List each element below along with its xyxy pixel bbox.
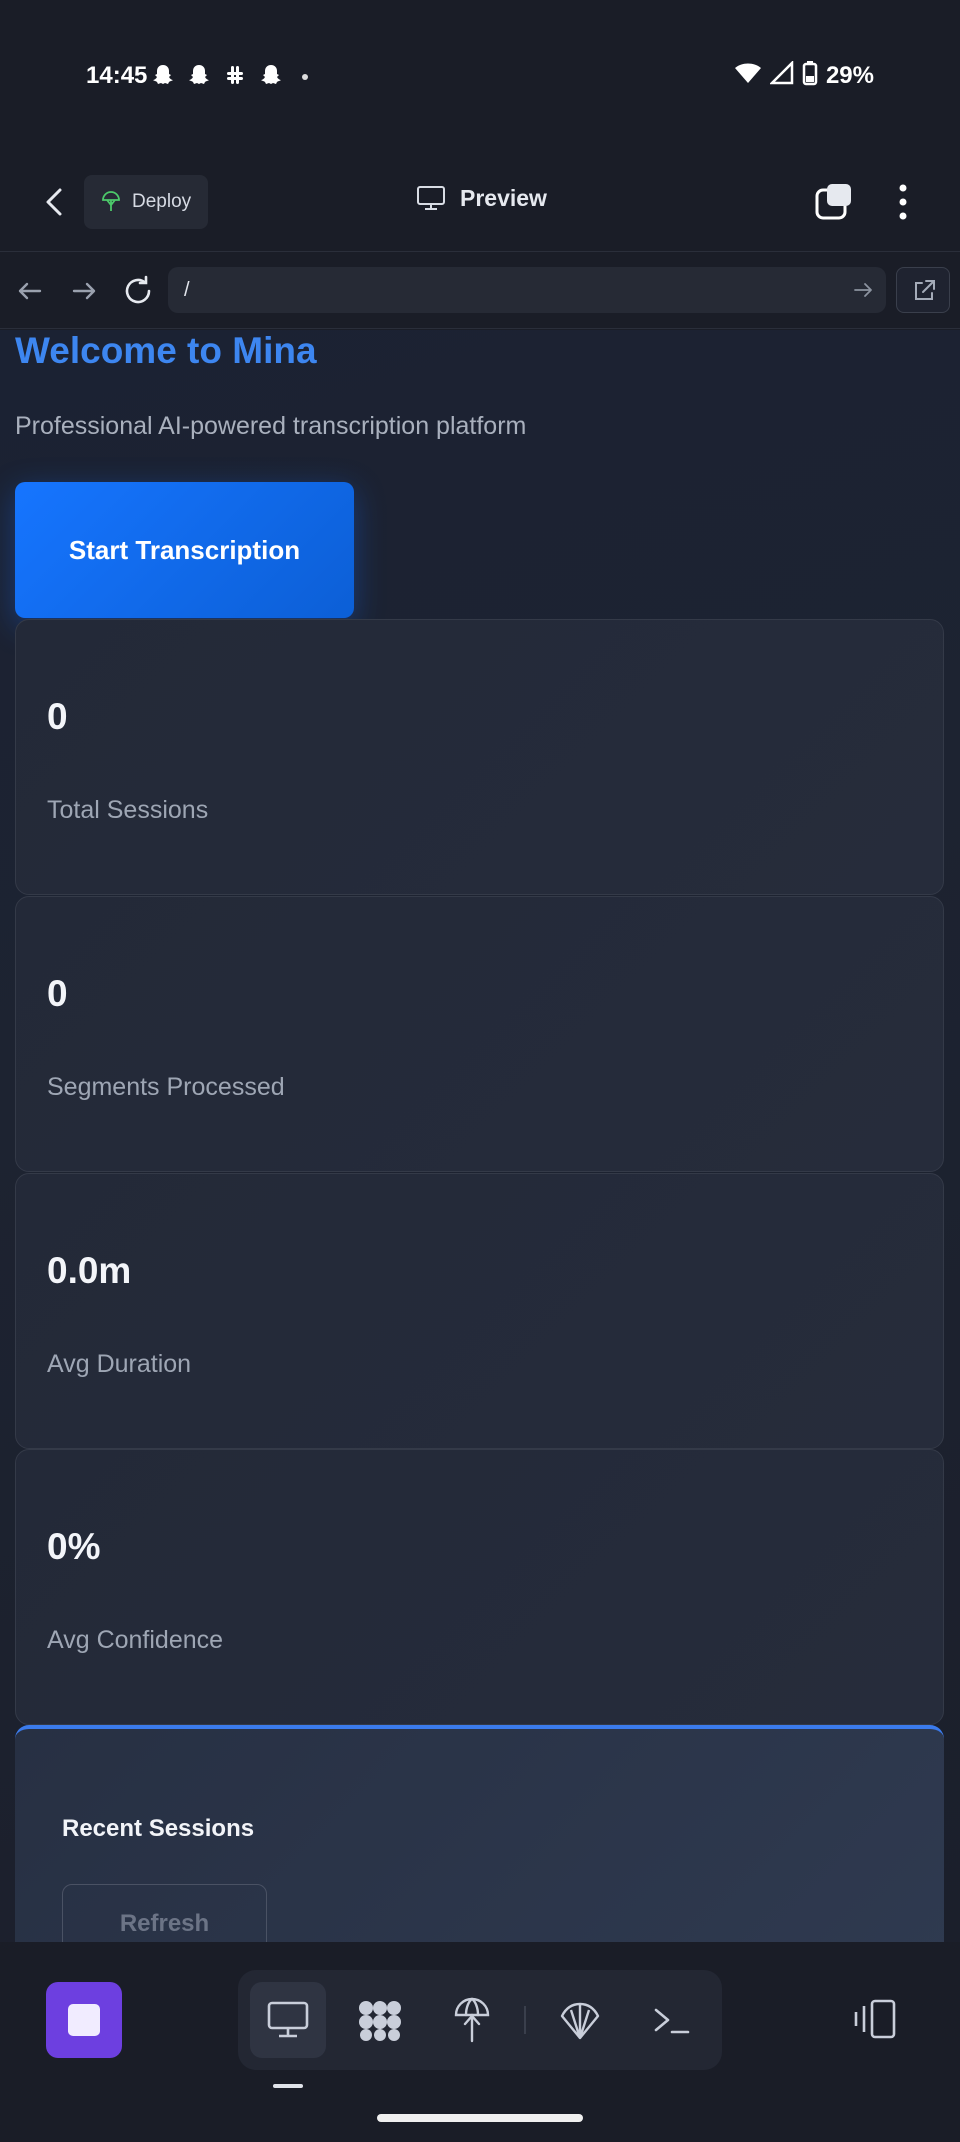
stop-icon bbox=[68, 2004, 100, 2036]
tool-shell[interactable] bbox=[542, 1982, 618, 2058]
preview-title: Preview bbox=[416, 184, 547, 212]
stat-label: Total Sessions bbox=[47, 796, 209, 824]
snapchat-icon bbox=[258, 62, 284, 88]
go-arrow-icon[interactable] bbox=[852, 279, 874, 301]
stat-card-avg-duration: 0.0m Avg Duration bbox=[15, 1173, 944, 1449]
tool-switcher bbox=[238, 1970, 722, 2070]
open-external-button[interactable] bbox=[896, 267, 950, 313]
stop-button[interactable] bbox=[46, 1982, 122, 2058]
agents-icon bbox=[359, 2001, 401, 2041]
start-transcription-button[interactable]: Start Transcription bbox=[15, 482, 354, 618]
more-vertical-icon bbox=[899, 184, 907, 220]
external-link-icon bbox=[915, 280, 935, 300]
stat-label: Avg Confidence bbox=[47, 1626, 224, 1654]
battery-icon bbox=[802, 60, 818, 91]
back-button[interactable] bbox=[36, 182, 76, 222]
browser-forward-button[interactable] bbox=[66, 273, 102, 309]
deploy-label: Deploy bbox=[132, 191, 192, 212]
stat-card-avg-confidence: 0% Avg Confidence bbox=[15, 1449, 944, 1725]
deploy-button[interactable]: Deploy bbox=[84, 175, 208, 229]
monitor-icon bbox=[267, 2001, 309, 2038]
tabs-button[interactable] bbox=[814, 182, 854, 222]
home-indicator[interactable] bbox=[377, 2114, 583, 2122]
stat-value: 0 bbox=[47, 973, 68, 1014]
tool-separator bbox=[524, 2006, 526, 2034]
stat-value: 0 bbox=[47, 696, 68, 737]
status-bar: 14:45 29% bbox=[0, 0, 960, 152]
url-bar[interactable]: / bbox=[168, 267, 886, 313]
tool-agents[interactable] bbox=[342, 1982, 418, 2058]
shell-icon bbox=[560, 2002, 600, 2040]
status-time: 14:45 bbox=[86, 62, 148, 89]
deploy-icon bbox=[102, 191, 120, 211]
layout-toggle-button[interactable] bbox=[852, 1998, 898, 2040]
deploy-icon bbox=[454, 1997, 490, 2043]
preview-label: Preview bbox=[460, 184, 547, 211]
monitor-icon bbox=[417, 186, 445, 210]
more-notifications-dot bbox=[302, 74, 308, 80]
stat-label: Segments Processed bbox=[47, 1073, 285, 1101]
browser-toolbar: / bbox=[0, 253, 960, 329]
snapchat-icon bbox=[150, 62, 176, 88]
arrow-left-icon bbox=[18, 282, 42, 300]
recent-sessions-panel: Recent Sessions Refresh bbox=[15, 1725, 944, 1942]
page-title: Welcome to Mina bbox=[15, 330, 317, 371]
tool-preview[interactable] bbox=[250, 1982, 326, 2058]
slack-icon bbox=[222, 62, 248, 88]
arrow-right-icon bbox=[72, 282, 96, 300]
app-header: Deploy Preview bbox=[0, 152, 960, 252]
active-tool-indicator bbox=[273, 2084, 303, 2088]
stat-label: Avg Duration bbox=[47, 1350, 192, 1378]
stat-value: 0% bbox=[47, 1526, 101, 1567]
stat-card-segments-processed: 0 Segments Processed bbox=[15, 896, 944, 1172]
reload-icon bbox=[125, 275, 151, 304]
reload-button[interactable] bbox=[120, 273, 156, 309]
battery-percent: 29% bbox=[825, 61, 874, 89]
browser-back-button[interactable] bbox=[12, 273, 48, 309]
refresh-button[interactable]: Refresh bbox=[62, 1884, 267, 1942]
recent-sessions-title: Recent Sessions bbox=[62, 1815, 255, 1842]
stat-card-total-sessions: 0 Total Sessions bbox=[15, 619, 944, 895]
status-right: 29% bbox=[734, 59, 874, 91]
preview-webview: Welcome to Mina Professional AI-powered … bbox=[0, 330, 960, 1942]
tool-terminal[interactable] bbox=[634, 1982, 710, 2058]
chevron-left-icon bbox=[46, 188, 62, 216]
stat-value: 0.0m bbox=[47, 1250, 132, 1291]
terminal-icon bbox=[654, 2008, 690, 2034]
notification-icons bbox=[150, 62, 284, 88]
tool-deploy[interactable] bbox=[434, 1982, 510, 2058]
snapchat-icon bbox=[186, 62, 212, 88]
wifi-icon bbox=[734, 61, 762, 90]
page-subtitle: Professional AI-powered transcription pl… bbox=[15, 412, 527, 440]
tabs-icon bbox=[815, 184, 851, 220]
bottom-dock bbox=[0, 1942, 960, 2142]
signal-icon bbox=[768, 59, 794, 90]
more-options-button[interactable] bbox=[888, 182, 918, 222]
url-text: / bbox=[184, 279, 190, 301]
split-view-icon bbox=[854, 1999, 896, 2039]
